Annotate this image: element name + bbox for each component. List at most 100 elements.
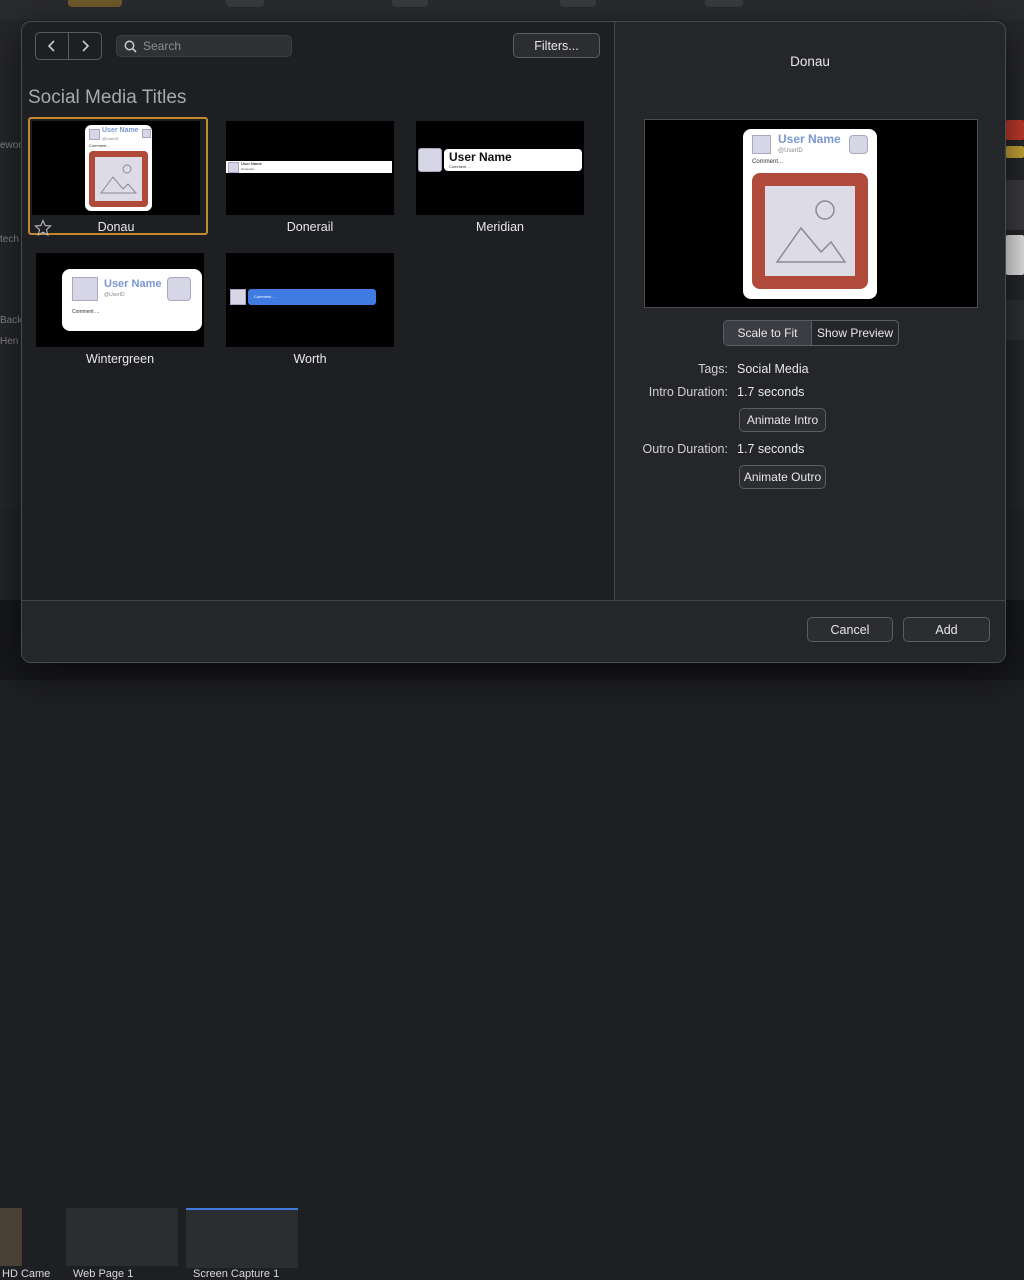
tags-value: Social Media <box>737 362 809 376</box>
background-toolbar-button <box>392 0 428 7</box>
image-placeholder <box>765 186 855 276</box>
template-tile-meridian[interactable]: User Name Comment ... Meridian <box>416 121 584 239</box>
template-tile-donau[interactable]: User Name @UserID Comment... Donau <box>28 117 208 239</box>
template-name: Donau <box>97 220 135 234</box>
chevron-right-icon <box>82 40 90 52</box>
chevron-left-icon <box>47 40 55 52</box>
search-icon <box>124 40 137 53</box>
background-right-panel <box>1004 20 1024 510</box>
name-banner: User Name Comment ... <box>444 149 582 171</box>
outro-duration-label: Outro Duration: <box>642 442 728 456</box>
dialog-footer: Cancel Add <box>22 601 1005 662</box>
preview-userid: @UserID <box>778 148 803 154</box>
cancel-button[interactable]: Cancel <box>807 617 893 642</box>
template-name: Wintergreen <box>85 352 155 366</box>
thumb-comment: Comment... <box>89 143 110 148</box>
search-input[interactable] <box>143 39 283 53</box>
chat-bubble-icon <box>418 148 442 172</box>
preview-viewport: User Name @UserID Comment... <box>644 119 978 308</box>
thumb-username: User Name <box>241 161 262 166</box>
thumb-comment: Comment... <box>241 167 257 171</box>
thumb-comment: Comment ... <box>254 294 276 299</box>
thumb-username: User Name <box>449 150 512 164</box>
template-name: Worth <box>293 352 327 366</box>
background-thumb <box>1006 300 1024 340</box>
outro-duration-value: 1.7 seconds <box>737 442 805 456</box>
intro-duration-value: 1.7 seconds <box>737 385 805 399</box>
template-browser: Filters... Social Media Titles User Name… <box>22 22 614 600</box>
title-picker-dialog: Filters... Social Media Titles User Name… <box>21 21 1006 663</box>
template-thumbnail: User Name @UserID Comment ... <box>36 253 204 347</box>
navigation-buttons <box>35 32 102 60</box>
comment-bar: Comment ... <box>248 289 376 305</box>
chat-bubble-icon <box>849 135 868 154</box>
background-sidebar: ework tech Backgr Hen ne <box>0 20 22 510</box>
avatar-icon <box>72 277 98 301</box>
background-source-thumb <box>0 1208 22 1266</box>
thumb-userid: @UserID <box>102 136 119 141</box>
template-name: Donerail <box>286 220 334 234</box>
preview-title: Donau <box>790 54 830 69</box>
background-text: Hen ne <box>0 336 21 347</box>
background-source-thumb <box>66 1208 178 1266</box>
lower-third-bar: User Name Comment... <box>226 161 392 173</box>
template-name: Meridian <box>476 220 524 234</box>
thumb-username: User Name <box>104 278 162 290</box>
image-placeholder <box>95 157 142 201</box>
avatar-icon <box>230 289 246 305</box>
add-button[interactable]: Add <box>903 617 990 642</box>
thumb-userid: @UserID <box>104 292 125 298</box>
avatar-icon <box>89 129 100 140</box>
background-thumb <box>1006 120 1024 140</box>
background-source-thumb <box>186 1208 298 1268</box>
animate-intro-button[interactable]: Animate Intro <box>739 408 826 432</box>
chat-bubble-icon <box>167 277 191 301</box>
inspector-panel: Donau User Name @UserID Comment... Scale… <box>615 22 1005 600</box>
template-tile-donerail[interactable]: User Name Comment... Donerail <box>226 121 394 239</box>
background-source-label: HD Came <box>2 1268 51 1280</box>
background-text: Backgr <box>0 315 21 326</box>
preview-mode-toggle: Scale to Fit Show Preview <box>723 320 899 346</box>
template-tile-worth[interactable]: Comment ... Worth <box>226 253 394 371</box>
background-source-label: Screen Capture 1 <box>193 1268 280 1280</box>
background-text: tech <box>0 234 19 245</box>
back-button[interactable] <box>36 33 68 59</box>
image-icon <box>775 200 847 263</box>
preview-card: User Name @UserID Comment ... <box>62 269 202 331</box>
template-tile-wintergreen[interactable]: User Name @UserID Comment ... Wintergree… <box>36 253 204 371</box>
avatar-icon <box>752 135 771 154</box>
tags-label: Tags: <box>698 362 728 376</box>
preview-username: User Name <box>778 132 841 146</box>
thumb-username: User Name <box>102 127 139 134</box>
preview-card: User Name @UserID Comment... <box>743 129 877 299</box>
forward-button[interactable] <box>68 33 101 59</box>
background-thumb <box>1006 235 1024 275</box>
filters-button[interactable]: Filters... <box>513 33 600 58</box>
template-thumbnail: User Name Comment... <box>226 121 394 215</box>
animate-outro-button[interactable]: Animate Outro <box>739 465 826 489</box>
section-title: Social Media Titles <box>28 87 187 108</box>
avatar-icon <box>228 162 239 173</box>
image-icon <box>100 164 138 194</box>
search-field[interactable] <box>116 35 292 57</box>
preview-comment: Comment... <box>752 159 784 165</box>
image-frame <box>752 173 868 289</box>
preview-card: User Name @UserID Comment... <box>85 125 152 211</box>
background-toolbar-button <box>226 0 264 7</box>
template-thumbnail: User Name @UserID Comment... <box>32 121 200 215</box>
background-source-label: Web Page 1 <box>73 1268 134 1280</box>
template-thumbnail: Comment ... <box>226 253 394 347</box>
background-toolbar-button <box>560 0 596 7</box>
show-preview-button[interactable]: Show Preview <box>811 321 898 345</box>
background-thumb <box>1006 146 1024 158</box>
background-text: ework <box>0 140 21 151</box>
background-toolbar-button <box>705 0 743 7</box>
scale-to-fit-button[interactable]: Scale to Fit <box>724 321 811 345</box>
thumb-comment: Comment ... <box>449 164 471 169</box>
background-toolbar <box>0 0 1024 20</box>
chat-bubble-icon <box>142 129 151 138</box>
intro-duration-label: Intro Duration: <box>648 385 728 399</box>
thumb-comment: Comment ... <box>72 309 100 315</box>
template-thumbnail: User Name Comment ... <box>416 121 584 215</box>
image-frame <box>89 151 148 207</box>
